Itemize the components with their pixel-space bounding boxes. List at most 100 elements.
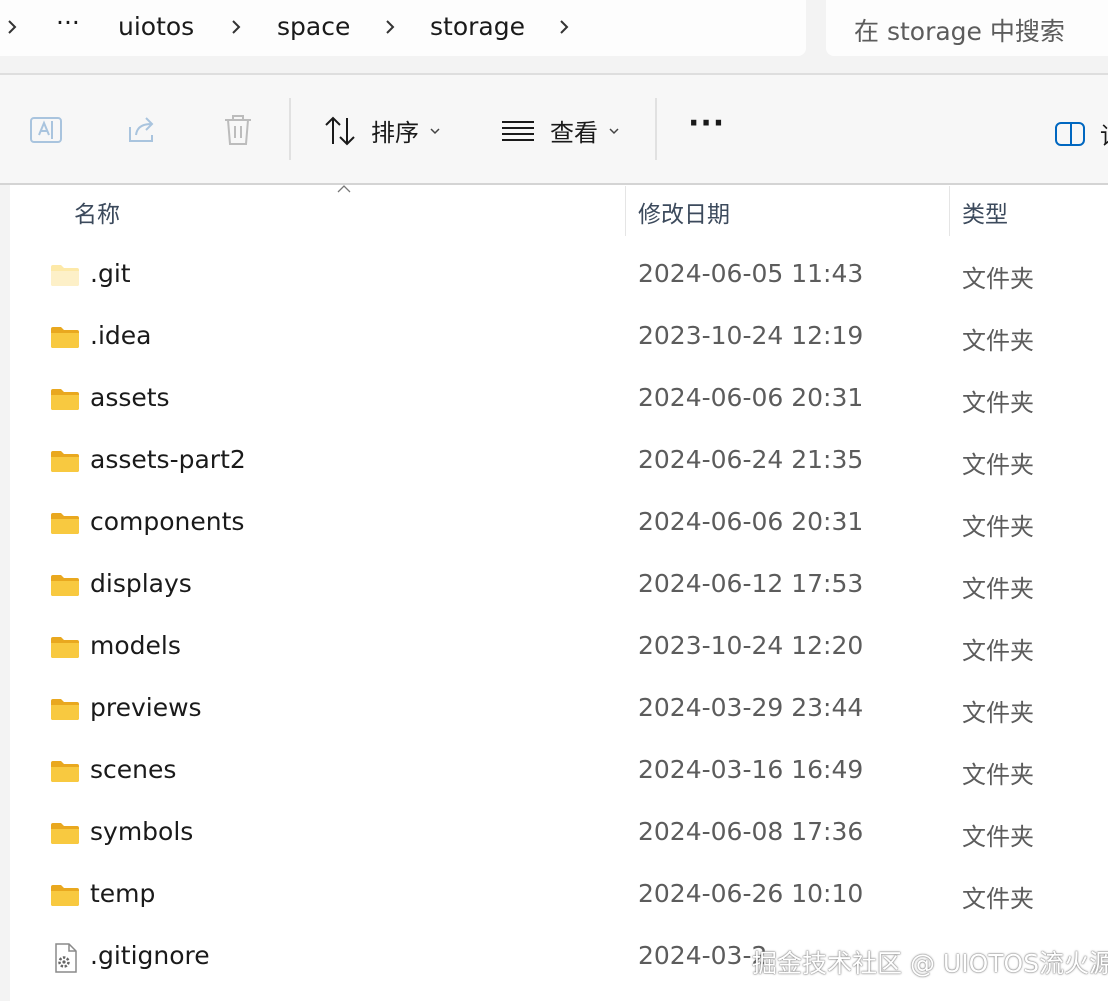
file-modified-date: 2024-06-06 20:31 [638,383,864,412]
file-type: 文件夹 [962,389,1034,417]
chevron-down-icon [609,127,619,134]
file-type: 文件夹 [962,451,1034,479]
file-type: 文件夹 [962,699,1034,727]
rename-button[interactable] [28,113,64,147]
left-edge [0,185,10,1001]
share-button[interactable] [124,113,160,147]
folder-icon [50,325,80,353]
chevron-right-icon[interactable] [226,14,246,40]
folder-icon [50,449,80,477]
file-modified-date: 2024-06-06 20:31 [638,507,864,536]
folder-icon [50,697,80,725]
file-row[interactable]: models 2023-10-24 12:20 文件夹 [10,617,1108,679]
delete-button[interactable] [220,112,256,148]
file-modified-date: 2024-06-08 17:36 [638,817,864,846]
file-modified-date: 2024-03-16 16:49 [638,755,864,784]
file-row[interactable]: components 2024-06-06 20:31 文件夹 [10,493,1108,555]
more-options-button[interactable]: ··· [688,106,725,141]
details-pane-icon [1055,121,1085,146]
file-modified-date: 2024-06-12 17:53 [638,569,864,598]
breadcrumb-item-storage[interactable]: storage [430,12,525,42]
chevron-right-icon[interactable] [2,14,22,40]
file-name: components [90,507,245,536]
file-name: displays [90,569,192,598]
file-name: .gitignore [90,941,210,970]
trash-icon [225,115,251,145]
folder-icon [50,759,80,787]
file-modified-date: 2024-06-26 10:10 [638,879,864,908]
chevron-down-icon [430,127,440,134]
folder-icon [50,821,80,849]
view-label: 查看 [550,119,598,147]
folder-icon [50,573,80,601]
file-name: previews [90,693,202,722]
details-label-clipped: 详 [1100,116,1108,151]
hidden-folder-icon [50,263,80,291]
sort-ascending-icon [337,185,351,193]
file-name: assets-part2 [90,445,246,474]
file-type: 文件夹 [962,761,1034,789]
toolbar-separator [289,98,291,160]
view-button[interactable]: 查看 [500,113,620,148]
file-modified-date: 2024-06-24 21:35 [638,445,864,474]
search-input[interactable]: 在 storage 中搜索 [854,12,1065,48]
view-list-icon [502,120,534,141]
more-icon: ··· [688,106,726,141]
column-header-modified[interactable]: 修改日期 [638,195,730,229]
file-name: scenes [90,755,177,784]
folder-icon [50,635,80,663]
breadcrumb-overflow[interactable]: ··· [56,8,80,38]
sort-button[interactable]: 排序 [323,113,441,148]
chevron-right-icon[interactable] [554,14,574,40]
file-row[interactable]: .git 2024-06-05 11:43 文件夹 [10,245,1108,307]
file-row[interactable]: displays 2024-06-12 17:53 文件夹 [10,555,1108,617]
file-name: .git [90,259,131,288]
file-type: 文件夹 [962,575,1034,603]
breadcrumb: ··· uiotos space storage [0,0,806,56]
file-name: temp [90,879,156,908]
file-type: 文件夹 [962,637,1034,665]
file-row[interactable]: scenes 2024-03-16 16:49 文件夹 [10,741,1108,803]
column-divider[interactable] [625,186,626,236]
address-bar-area: ··· uiotos space storage 在 storage 中搜索 [0,0,1108,74]
toolbar-separator [655,98,657,160]
file-row[interactable]: assets-part2 2024-06-24 21:35 文件夹 [10,431,1108,493]
file-modified-date: 2024-03-29 23:44 [638,693,864,722]
file-type: 文件夹 [962,265,1034,293]
file-type: 文件夹 [962,823,1034,851]
rename-icon [30,117,62,143]
file-modified-date: 2023-10-24 12:20 [638,631,864,660]
file-type: 文件夹 [962,513,1034,541]
file-row[interactable]: temp 2024-06-26 10:10 文件夹 [10,865,1108,927]
details-pane-button[interactable]: 详 [1054,116,1108,151]
column-header-name[interactable]: 名称 [74,195,120,229]
column-header-type[interactable]: 类型 [962,195,1008,229]
share-icon [129,117,154,142]
file-modified-date: 2023-10-24 12:19 [638,321,864,350]
breadcrumb-item-uiotos[interactable]: uiotos [118,12,194,42]
file-name: symbols [90,817,194,846]
watermark: 掘金技术社区 @ UIOTOS流火源 [752,949,1108,978]
file-row[interactable]: assets 2024-06-06 20:31 文件夹 [10,369,1108,431]
folder-icon [50,387,80,415]
folder-icon [50,883,80,911]
breadcrumb-item-space[interactable]: space [277,12,350,42]
sort-label: 排序 [371,119,419,147]
settings-file-icon [52,943,78,977]
file-name: .idea [90,321,152,350]
file-type: 文件夹 [962,327,1034,355]
file-row[interactable]: previews 2024-03-29 23:44 文件夹 [10,679,1108,741]
file-name: assets [90,383,170,412]
search-box[interactable]: 在 storage 中搜索 [826,0,1108,56]
divider [0,183,1108,185]
file-modified-date: 2024-06-05 11:43 [638,259,864,288]
file-row[interactable]: symbols 2024-06-08 17:36 文件夹 [10,803,1108,865]
column-divider[interactable] [949,186,950,236]
file-name: models [90,631,181,660]
folder-icon [50,511,80,539]
chevron-right-icon[interactable] [380,14,400,40]
file-type: 文件夹 [962,885,1034,913]
file-modified-date: 2024-03-2 [638,941,768,970]
sort-icon [325,116,355,145]
file-row[interactable]: .idea 2023-10-24 12:19 文件夹 [10,307,1108,369]
